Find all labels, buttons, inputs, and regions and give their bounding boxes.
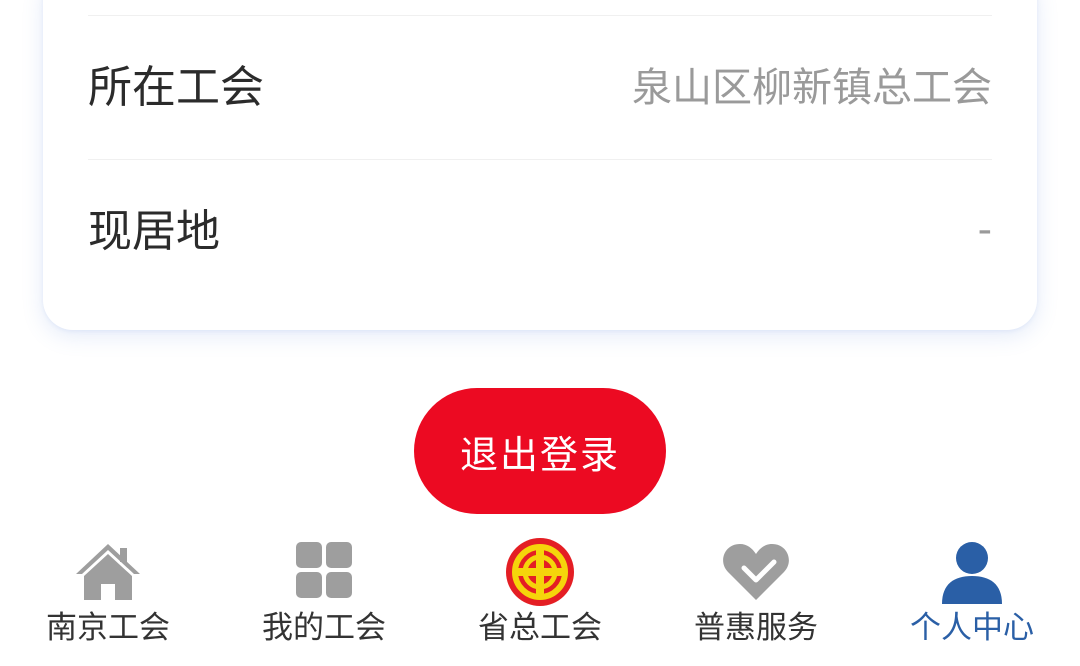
home-icon xyxy=(76,544,140,600)
grid-icon xyxy=(296,542,352,598)
tab-personal-center-label: 个人中心 xyxy=(910,610,1034,646)
heart-icon xyxy=(723,544,789,600)
tab-benefits[interactable]: 普惠服务 xyxy=(648,530,864,666)
logout-button[interactable]: 退出登录 xyxy=(414,388,666,514)
residence-label: 现居地 xyxy=(88,206,220,257)
union-label: 所在工会 xyxy=(88,62,264,113)
union-emblem-icon xyxy=(506,538,574,606)
tab-home-label: 南京工会 xyxy=(46,610,170,646)
row-divider xyxy=(88,159,992,160)
tab-benefits-label: 普惠服务 xyxy=(694,610,818,646)
user-icon xyxy=(942,542,1002,604)
residence-value: - xyxy=(977,207,992,253)
profile-info-card xyxy=(43,0,1037,330)
tab-provincial-union[interactable]: 省总工会 xyxy=(432,530,648,666)
tab-my-union[interactable]: 我的工会 xyxy=(216,530,432,666)
tab-personal-center[interactable]: 个人中心 xyxy=(864,530,1080,666)
tab-home[interactable]: 南京工会 xyxy=(0,530,216,666)
tab-my-union-label: 我的工会 xyxy=(262,610,386,646)
row-divider xyxy=(88,15,992,16)
tab-provincial-union-label: 省总工会 xyxy=(478,610,602,646)
union-value: 泉山区柳新镇总工会 xyxy=(632,65,992,111)
